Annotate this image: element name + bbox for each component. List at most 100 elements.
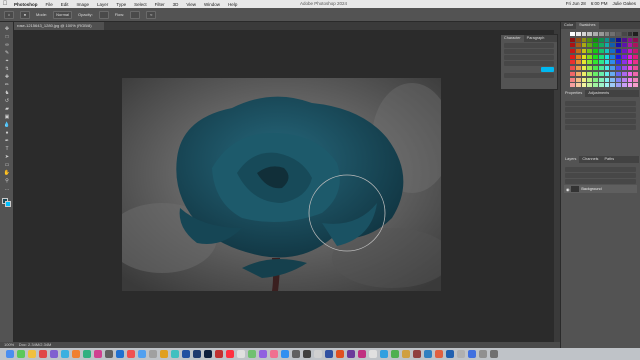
property-row[interactable]	[565, 107, 636, 112]
swatch-cell[interactable]	[610, 54, 615, 59]
swatch-cell[interactable]	[598, 77, 604, 82]
menu-help[interactable]: Help	[224, 2, 241, 7]
dock-app-icon[interactable]	[72, 350, 80, 358]
more-tools-icon[interactable]: …	[3, 186, 11, 192]
menu-layer[interactable]: Layer	[93, 2, 112, 7]
dock-app-icon[interactable]	[468, 350, 476, 358]
dock-app-icon[interactable]	[303, 350, 311, 358]
swatch-cell[interactable]	[616, 60, 621, 65]
tab-adjustments[interactable]: Adjustments	[585, 90, 612, 97]
swatch-cell[interactable]	[604, 77, 610, 82]
layer-filter-row[interactable]	[565, 167, 636, 172]
text-color-swatch[interactable]	[541, 67, 554, 72]
swatch-cell[interactable]	[581, 66, 587, 71]
swatch-cell[interactable]	[616, 83, 621, 88]
swatch-cell[interactable]	[593, 83, 598, 88]
swatch-cell[interactable]	[598, 32, 604, 36]
swatch-cell[interactable]	[633, 54, 638, 59]
blend-mode-row[interactable]	[565, 173, 636, 178]
swatch-cell[interactable]	[570, 32, 575, 36]
dock-app-icon[interactable]	[446, 350, 454, 358]
dock-app-icon[interactable]	[17, 350, 25, 358]
swatch-cell[interactable]	[633, 83, 638, 88]
swatch-cell[interactable]	[627, 54, 633, 59]
opacity-field[interactable]	[98, 10, 109, 19]
dock-app-icon[interactable]	[457, 350, 465, 358]
swatch-cell[interactable]	[581, 43, 587, 48]
dock-app-icon[interactable]	[347, 350, 355, 358]
swatch-cell[interactable]	[616, 71, 621, 76]
eraser-tool-icon[interactable]: ▰	[3, 106, 11, 112]
tab-swatches[interactable]: Swatches	[576, 22, 599, 29]
dock-app-icon[interactable]	[369, 350, 377, 358]
swatch-cell[interactable]	[570, 43, 575, 48]
flow-field[interactable]	[130, 10, 141, 19]
apple-icon[interactable]: 	[0, 1, 10, 7]
swatch-cell[interactable]	[627, 43, 633, 48]
lock-row[interactable]	[565, 179, 636, 184]
menu-select[interactable]: Select	[130, 2, 151, 7]
swatch-cell[interactable]	[610, 32, 615, 36]
dock-app-icon[interactable]	[435, 350, 443, 358]
swatch-cell[interactable]	[598, 83, 604, 88]
dock-app-icon[interactable]	[270, 350, 278, 358]
swatch-cell[interactable]	[581, 71, 587, 76]
dock-app-icon[interactable]	[336, 350, 344, 358]
pen-tool-icon[interactable]: ✒	[3, 138, 11, 144]
swatch-cell[interactable]	[604, 32, 610, 36]
dock-app-icon[interactable]	[61, 350, 69, 358]
menu-window[interactable]: Window	[200, 2, 224, 7]
dock-app-icon[interactable]	[237, 350, 245, 358]
marquee-tool-icon[interactable]: □	[3, 34, 11, 40]
dock-app-icon[interactable]	[193, 350, 201, 358]
scale-field[interactable]	[504, 61, 554, 66]
mode-select[interactable]: Normal	[53, 10, 73, 19]
swatch-cell[interactable]	[610, 66, 615, 71]
swatch-cell[interactable]	[604, 37, 610, 42]
dock-app-icon[interactable]	[160, 350, 168, 358]
dock-app-icon[interactable]	[149, 350, 157, 358]
swatch-cell[interactable]	[570, 60, 575, 65]
swatch-cell[interactable]	[627, 77, 633, 82]
swatch-cell[interactable]	[627, 71, 633, 76]
eye-icon[interactable]: ◉	[566, 187, 569, 192]
swatch-cell[interactable]	[598, 37, 604, 42]
home-icon[interactable]: ⌂	[4, 10, 14, 19]
dock-app-icon[interactable]	[182, 350, 190, 358]
swatch-cell[interactable]	[627, 49, 633, 54]
swatch-cell[interactable]	[621, 60, 627, 65]
swatch-cell[interactable]	[633, 32, 638, 36]
swatch-cell[interactable]	[593, 60, 598, 65]
swatch-cell[interactable]	[616, 66, 621, 71]
swatch-cell[interactable]	[616, 37, 621, 42]
layer-row-background[interactable]: ◉ Background	[564, 185, 637, 193]
zoom-tool-icon[interactable]: ⚲	[3, 178, 11, 184]
swatch-cell[interactable]	[587, 71, 592, 76]
swatch-cell[interactable]	[621, 83, 627, 88]
dock-app-icon[interactable]	[259, 350, 267, 358]
menu-3d[interactable]: 3D	[169, 2, 183, 7]
swatch-cell[interactable]	[604, 83, 610, 88]
swatch-cell[interactable]	[604, 54, 610, 59]
menubar-user[interactable]: Julie Oakes	[612, 1, 636, 6]
swatch-cell[interactable]	[627, 37, 633, 42]
swatch-cell[interactable]	[570, 71, 575, 76]
swatch-cell[interactable]	[598, 54, 604, 59]
swatch-cell[interactable]	[593, 66, 598, 71]
tab-character[interactable]: Character	[501, 35, 524, 42]
swatch-cell[interactable]	[570, 37, 575, 42]
healing-tool-icon[interactable]: ✚	[3, 74, 11, 80]
shape-tool-icon[interactable]: ▭	[3, 162, 11, 168]
swatch-cell[interactable]	[610, 71, 615, 76]
tab-paths[interactable]: Paths	[601, 156, 617, 163]
swatch-cell[interactable]	[581, 83, 587, 88]
swatch-cell[interactable]	[581, 32, 587, 36]
swatch-cell[interactable]	[570, 66, 575, 71]
hand-tool-icon[interactable]: ✋	[3, 170, 11, 176]
blur-tool-icon[interactable]: 💧	[3, 122, 11, 128]
dock-app-icon[interactable]	[325, 350, 333, 358]
swatch-cell[interactable]	[587, 60, 592, 65]
swatch-cell[interactable]	[633, 49, 638, 54]
swatches-grid[interactable]	[570, 32, 638, 88]
swatch-cell[interactable]	[593, 32, 598, 36]
